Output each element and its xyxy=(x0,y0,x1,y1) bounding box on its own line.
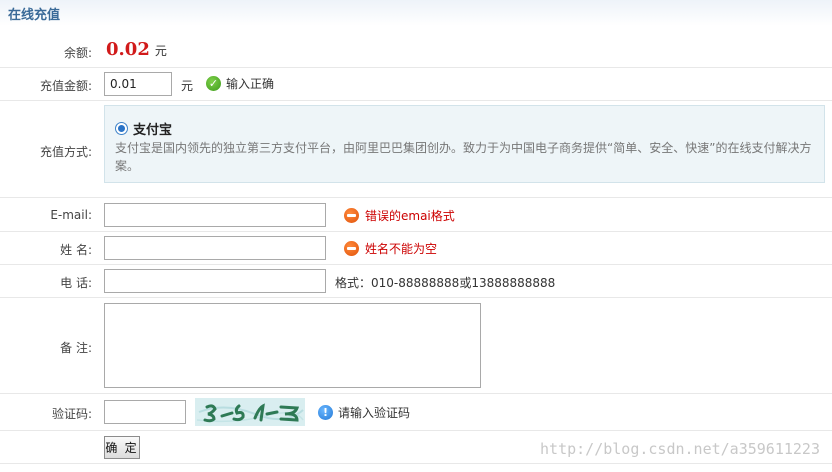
recharge-status-text: 输入正确 xyxy=(226,77,275,91)
name-label: 姓 名: xyxy=(60,243,92,257)
alipay-description: 支付宝是国内领先的独立第三方支付平台，由阿里巴巴集团创办。致力于为中国电子商务提… xyxy=(115,141,812,173)
captcha-hint-text: 请输入验证码 xyxy=(338,406,411,420)
name-error: 姓名不能为空 xyxy=(344,240,437,257)
alipay-name: 支付宝 xyxy=(133,123,173,138)
captcha-label: 验证码: xyxy=(51,407,92,421)
email-error: 错误的emai格式 xyxy=(344,207,455,224)
captcha-image[interactable] xyxy=(195,398,305,426)
note-textarea[interactable] xyxy=(104,303,481,388)
recharge-status: ✓ 输入正确 xyxy=(206,75,274,92)
page-header: 在线充值 xyxy=(0,0,832,26)
error-icon xyxy=(344,241,359,256)
email-label: E-mail: xyxy=(50,208,92,222)
recharge-unit: 元 xyxy=(181,79,194,93)
balance-unit: 元 xyxy=(154,44,167,58)
name-error-text: 姓名不能为空 xyxy=(365,242,438,256)
email-error-text: 错误的emai格式 xyxy=(365,209,455,223)
captcha-input[interactable] xyxy=(104,400,186,424)
captcha-hint: ! 请输入验证码 xyxy=(318,404,410,421)
error-icon xyxy=(344,208,359,223)
payment-label: 充值方式: xyxy=(39,145,92,159)
phone-field[interactable] xyxy=(104,269,326,293)
phone-label: 电 话: xyxy=(60,276,92,290)
balance-label: 余额: xyxy=(63,46,92,60)
email-field[interactable] xyxy=(104,203,326,227)
payment-option-alipay[interactable]: 支付宝 支付宝是国内领先的独立第三方支付平台，由阿里巴巴集团创办。致力于为中国电… xyxy=(104,105,825,183)
watermark-text: http://blog.csdn.net/a359611223 xyxy=(540,440,820,458)
balance-amount: 0.02 xyxy=(106,39,150,60)
name-field[interactable] xyxy=(104,236,326,260)
phone-format-hint: 格式：010-88888888或13888888888 xyxy=(335,276,556,290)
balance-value: 0.02 元 xyxy=(106,39,167,60)
info-icon: ! xyxy=(318,405,333,420)
check-icon: ✓ xyxy=(206,76,221,91)
note-label: 备 注: xyxy=(60,341,92,355)
recharge-label: 充值金额: xyxy=(39,79,92,93)
alipay-radio[interactable] xyxy=(115,122,128,135)
submit-button[interactable]: 确 定 xyxy=(104,436,140,459)
page-title: 在线充值 xyxy=(8,7,61,23)
recharge-amount-input[interactable] xyxy=(104,72,172,96)
